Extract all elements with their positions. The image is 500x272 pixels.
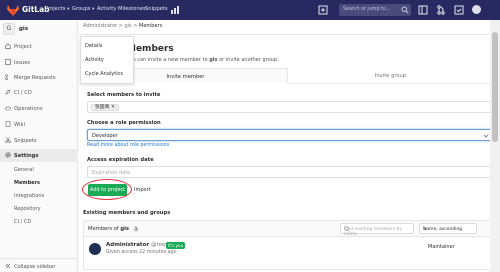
chevron-down-icon: ▾ xyxy=(92,7,95,12)
highlight-circle xyxy=(82,179,132,200)
sidebar-item-settings[interactable]: Settings xyxy=(0,149,78,162)
scrollbar-thumb[interactable] xyxy=(492,32,498,142)
rocket-icon xyxy=(5,89,11,95)
chevron-down-icon xyxy=(423,227,428,232)
sidebar-item-snippets[interactable]: Snippets xyxy=(0,134,78,147)
menu-item-details[interactable]: Details xyxy=(85,43,102,49)
member-count-badge: 1 xyxy=(132,227,140,232)
role-select[interactable]: Developer xyxy=(87,129,493,141)
sidebar-subitem-general[interactable]: General xyxy=(14,167,34,173)
members-select-input[interactable]: 张国禹 × xyxy=(87,101,493,113)
select-members-label: Select members to invite xyxy=(87,92,161,98)
nav-activity[interactable]: Activity xyxy=(97,6,116,12)
gear-icon xyxy=(5,152,11,158)
page-subtitle: You can invite a new member to gis or in… xyxy=(127,57,279,63)
import-button[interactable]: Import xyxy=(134,187,151,193)
group-avatar: G xyxy=(3,23,15,35)
its-you-badge: It's you xyxy=(166,242,186,249)
nav-milestones[interactable]: Milestones xyxy=(118,6,146,12)
expiration-label: Access expiration date xyxy=(87,157,154,163)
scissors-icon xyxy=(5,137,11,143)
menu-item-cycle-analytics[interactable]: Cycle Analytics xyxy=(85,71,123,77)
collapse-sidebar-button[interactable]: Collapse sidebar xyxy=(0,258,78,272)
tab-invite-group[interactable]: Invite group xyxy=(288,68,493,84)
home-icon xyxy=(5,43,11,49)
member-row: Administrator @root It's you Given acces… xyxy=(84,237,492,269)
access-granted-text: Given access 22 minutes ago xyxy=(106,250,177,255)
sidebar-item-ci-cd[interactable]: CI / CD xyxy=(0,86,78,99)
user-avatar[interactable] xyxy=(472,5,481,14)
role-permission-label: Choose a role permission xyxy=(87,120,161,126)
sidebar-subitem-ci-cd[interactable]: CI / CD xyxy=(14,219,31,225)
collapse-arrows-icon xyxy=(5,263,11,269)
scrollbar[interactable] xyxy=(490,20,500,272)
divider xyxy=(79,34,500,35)
top-navbar: GitLab Projects ▾ Groups ▾ Activity Mile… xyxy=(0,0,500,20)
expiration-date-input[interactable]: Expiration date xyxy=(87,166,493,178)
members-panel: Members of gis 1 Find existing members b… xyxy=(83,220,493,270)
sidebar-item-operations[interactable]: Operations xyxy=(0,102,78,115)
chart-icon[interactable] xyxy=(170,5,180,15)
merge-request-icon xyxy=(5,74,11,80)
breadcrumb-admin[interactable]: Administrator xyxy=(83,23,117,29)
chevron-down-icon: ▾ xyxy=(67,7,70,12)
members-panel-header: Members of gis 1 Find existing members b… xyxy=(84,221,492,237)
sidebar-subitem-members[interactable]: Members xyxy=(14,180,40,186)
breadcrumb: Administrator > gis > Members xyxy=(83,23,163,29)
plus-icon[interactable] xyxy=(318,5,328,15)
group-name: gis xyxy=(19,26,29,32)
search-icon xyxy=(344,226,350,232)
cloud-icon xyxy=(5,105,11,111)
sidebar-item-merge-requests[interactable]: Merge Requests xyxy=(0,71,78,84)
issues-icon xyxy=(5,59,11,65)
member-role: Maintainer xyxy=(428,244,455,250)
breadcrumb-gis[interactable]: gis xyxy=(124,23,131,29)
selected-member-token[interactable]: 张国禹 × xyxy=(91,104,119,111)
project-dropdown-menu: Details Activity Cycle Analytics xyxy=(80,36,134,84)
sidebar-item-project[interactable]: Project xyxy=(0,40,78,53)
existing-members-title: Existing members and groups xyxy=(83,210,171,216)
role-permissions-link[interactable]: Read more about role permissions xyxy=(87,143,169,148)
search-input[interactable]: Search or jump to... xyxy=(339,4,411,16)
sidebar-item-issues[interactable]: Issues xyxy=(0,56,78,69)
chevron-down-icon xyxy=(483,133,489,139)
remove-token-icon[interactable]: × xyxy=(111,105,115,110)
sidebar-item-wiki[interactable]: Wiki xyxy=(0,118,78,131)
nav-groups[interactable]: Groups ▾ xyxy=(72,6,94,12)
search-icon xyxy=(401,6,409,14)
menu-item-activity[interactable]: Activity xyxy=(85,57,104,63)
avatar xyxy=(89,243,101,255)
member-name[interactable]: Administrator @root xyxy=(106,242,168,248)
page-title: Members xyxy=(127,44,174,54)
sidebar: G gis Project Issues Merge Requests CI /… xyxy=(0,20,78,272)
book-icon xyxy=(5,121,11,127)
breadcrumb-members[interactable]: Members xyxy=(139,23,162,29)
member-search-input[interactable]: Find existing members by name xyxy=(340,223,414,237)
sidebar-subitem-integrations[interactable]: Integrations xyxy=(14,193,44,199)
gitlab-logo-icon[interactable] xyxy=(6,3,20,17)
main-content: Administrator > gis > Members Members Yo… xyxy=(79,20,500,272)
sort-dropdown[interactable]: Name, ascending xyxy=(419,223,477,234)
nav-projects[interactable]: Projects ▾ xyxy=(45,6,69,12)
merge-request-icon[interactable] xyxy=(436,5,446,15)
sidebar-toggle-icon[interactable] xyxy=(418,5,428,15)
sidebar-group-header[interactable]: G gis xyxy=(3,23,77,35)
nav-snippets[interactable]: Snippets xyxy=(145,6,168,12)
check-icon[interactable] xyxy=(454,5,464,15)
sidebar-subitem-repository[interactable]: Repository xyxy=(14,206,41,212)
invite-tabs: Invite member Invite group xyxy=(83,68,493,84)
